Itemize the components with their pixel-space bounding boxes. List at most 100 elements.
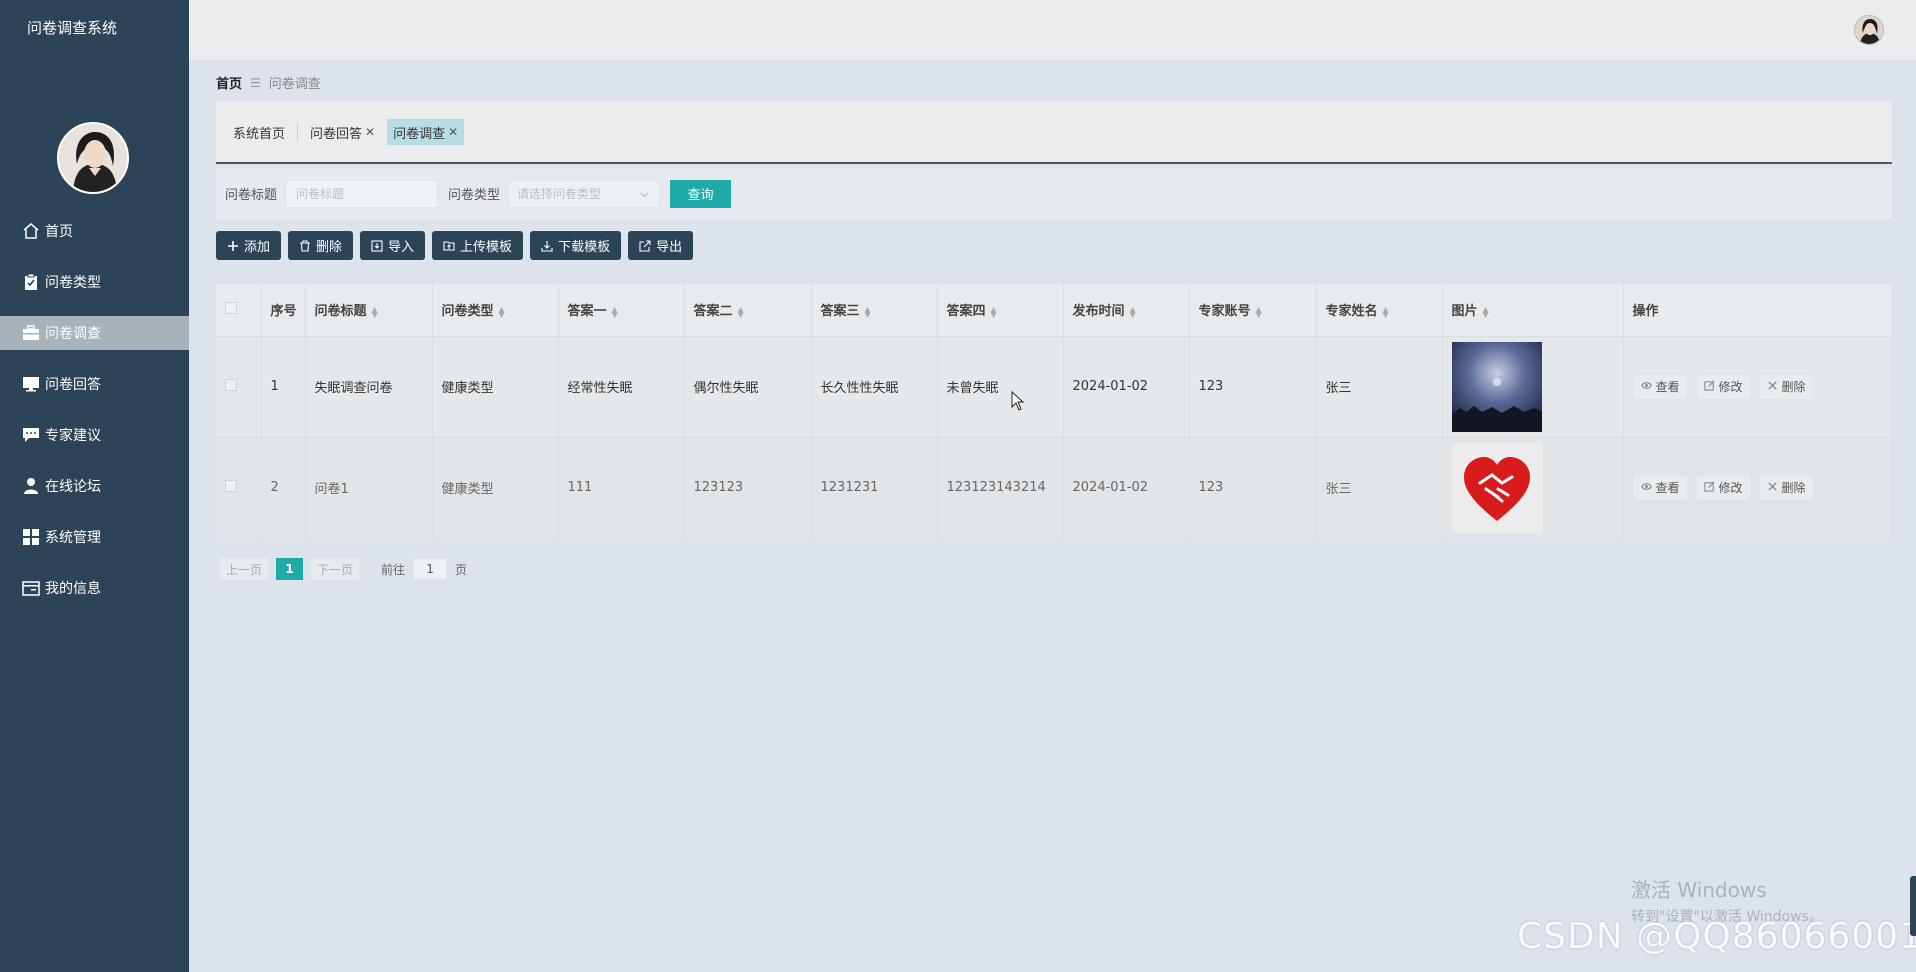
- row-delete-button[interactable]: 删除: [1758, 474, 1814, 502]
- title-filter-input[interactable]: 问卷标题: [285, 179, 439, 208]
- sort-icon[interactable]: ▲ ▼: [1383, 305, 1389, 318]
- view-button[interactable]: 查看: [1632, 474, 1688, 502]
- activation-title: 激活 Windows: [1631, 878, 1767, 902]
- sidebar-item-expert-advice[interactable]: 专家建议: [0, 418, 189, 452]
- close-icon: [1767, 380, 1778, 394]
- cell-name: 张三: [1316, 336, 1443, 437]
- trash-icon: [299, 239, 311, 252]
- sidebar-item-home[interactable]: 首页: [0, 214, 189, 248]
- sidebar-item-forum[interactable]: 在线论坛: [0, 469, 189, 503]
- type-filter-placeholder: 请选择问卷类型: [517, 187, 602, 201]
- column-header-sortable[interactable]: 专家姓名 ▲ ▼: [1316, 284, 1443, 336]
- column-header-sortable[interactable]: 专家账号 ▲ ▼: [1189, 284, 1317, 336]
- goto-label: 前往: [381, 562, 406, 577]
- edit-button[interactable]: 修改: [1695, 474, 1751, 502]
- sort-icon[interactable]: ▲ ▼: [1256, 305, 1262, 318]
- table-header-row: 序号 问卷标题 ▲ ▼ 问卷类型 ▲ ▼ 答案一 ▲ ▼ 答案二 ▲ ▼ 答案三 ▲ ▼ 答案四 ▲ ▼…: [216, 284, 1893, 336]
- column-header-sortable[interactable]: 答案一 ▲ ▼: [558, 284, 685, 336]
- cell-answer-2: 偶尔性失眠: [684, 336, 812, 437]
- column-header-sortable[interactable]: 问卷类型 ▲ ▼: [432, 284, 559, 336]
- delete-label: 删除: [1781, 380, 1806, 394]
- export-button[interactable]: 导出: [628, 231, 694, 260]
- briefcase-icon: [22, 324, 40, 342]
- import-button-label: 导入: [388, 240, 415, 255]
- cell-index: 1: [261, 336, 306, 437]
- upload-template-button[interactable]: 上传模板: [432, 231, 524, 260]
- column-header-sortable[interactable]: 答案四 ▲ ▼: [937, 284, 1064, 336]
- column-header-label: 问卷类型: [441, 304, 494, 320]
- monitor-icon: [22, 375, 40, 393]
- sort-icon[interactable]: ▲ ▼: [1130, 305, 1136, 318]
- cell-account: 123: [1189, 437, 1317, 538]
- night-sky-thumbnail[interactable]: [1451, 341, 1542, 432]
- type-filter-select[interactable]: 请选择问卷类型: [508, 179, 661, 208]
- sidebar-item-survey[interactable]: 问卷调查: [0, 316, 189, 350]
- sidebar-item-label: 我的信息: [45, 581, 101, 597]
- sort-icon[interactable]: ▲ ▼: [499, 305, 505, 318]
- query-button[interactable]: 查询: [670, 179, 732, 208]
- cell-answer-1: 111: [558, 437, 685, 538]
- view-label: 查看: [1655, 380, 1680, 394]
- column-header-label: 答案三: [820, 304, 860, 320]
- edit-label: 修改: [1718, 380, 1743, 394]
- prev-page-button[interactable]: 上一页: [220, 558, 269, 580]
- sidebar-item-survey-type[interactable]: 问卷类型: [0, 265, 189, 299]
- select-all-checkbox[interactable]: [225, 301, 237, 314]
- delete-button-label: 删除: [316, 240, 343, 255]
- sidebar-item-label: 问卷类型: [45, 275, 101, 291]
- sort-icon[interactable]: ▲ ▼: [372, 305, 378, 318]
- folder-upload-icon: [443, 240, 455, 252]
- column-header-sortable[interactable]: 答案三 ▲ ▼: [811, 284, 938, 336]
- cell-index: 2: [261, 437, 306, 538]
- column-header: 操作: [1623, 284, 1893, 336]
- cell-date: 2024-01-02: [1063, 437, 1190, 538]
- tab-system-home[interactable]: 系统首页: [227, 119, 291, 145]
- sort-icon[interactable]: ▲ ▼: [612, 305, 618, 318]
- column-header-sortable[interactable]: 图片 ▲ ▼: [1442, 284, 1624, 336]
- cell-image: [1442, 336, 1624, 437]
- eye-icon: [1640, 481, 1652, 495]
- data-table: 序号 问卷标题 ▲ ▼ 问卷类型 ▲ ▼ 答案一 ▲ ▼ 答案二 ▲ ▼ 答案三 ▲ ▼ 答案四 ▲ ▼…: [216, 284, 1893, 538]
- sidebar-item-my-info[interactable]: 我的信息: [0, 571, 189, 605]
- close-icon[interactable]: ✕: [448, 125, 458, 139]
- sort-icon[interactable]: ▲ ▼: [738, 305, 744, 318]
- cell-image: [1442, 437, 1624, 538]
- external-link-icon: [639, 239, 651, 252]
- sort-icon[interactable]: ▲ ▼: [865, 305, 871, 318]
- cell-account: 123: [1189, 336, 1317, 437]
- sidebar-item-survey-answer[interactable]: 问卷回答: [0, 367, 189, 401]
- close-icon[interactable]: ✕: [365, 125, 375, 139]
- next-page-button[interactable]: 下一页: [311, 558, 360, 580]
- heart-handshake-thumbnail[interactable]: [1451, 442, 1542, 533]
- breadcrumb-home[interactable]: 首页: [216, 73, 242, 92]
- edit-button[interactable]: 修改: [1695, 373, 1751, 400]
- column-header-sortable[interactable]: 答案二 ▲ ▼: [684, 284, 812, 336]
- column-header-sortable[interactable]: 发布时间 ▲ ▼: [1063, 284, 1190, 336]
- tab-survey[interactable]: 问卷调查 ✕: [387, 119, 465, 145]
- scroll-handle[interactable]: [1910, 876, 1916, 936]
- sort-icon[interactable]: ▲ ▼: [991, 305, 997, 318]
- row-checkbox[interactable]: [225, 479, 237, 492]
- goto-page-input[interactable]: 1: [413, 558, 448, 580]
- import-button[interactable]: 导入: [360, 231, 426, 260]
- search-bar: 问卷标题 问卷标题 问卷类型 请选择问卷类型 查询: [216, 168, 1892, 219]
- add-button[interactable]: 添加: [216, 231, 282, 260]
- close-icon: [1767, 481, 1778, 495]
- sidebar-item-label: 系统管理: [45, 530, 101, 546]
- row-checkbox[interactable]: [225, 378, 237, 391]
- delete-button[interactable]: 删除: [288, 231, 354, 260]
- user-avatar-small[interactable]: [1854, 15, 1884, 45]
- cell-answer-4: 未曾失眠: [937, 336, 1064, 437]
- sidebar-item-system[interactable]: 系统管理: [0, 520, 189, 554]
- view-button[interactable]: 查看: [1632, 373, 1688, 400]
- column-header-sortable[interactable]: 问卷标题 ▲ ▼: [305, 284, 433, 336]
- tab-survey-answer[interactable]: 问卷回答 ✕: [304, 119, 381, 145]
- row-delete-button[interactable]: 删除: [1758, 373, 1814, 400]
- add-button-label: 添加: [244, 240, 271, 255]
- view-label: 查看: [1655, 481, 1680, 496]
- sort-icon[interactable]: ▲ ▼: [1483, 305, 1489, 318]
- page-number-current[interactable]: 1: [276, 558, 304, 580]
- download-template-button[interactable]: 下载模板: [530, 231, 622, 260]
- tabs-bar: 系统首页 问卷回答 ✕ 问卷调查 ✕: [216, 102, 1892, 164]
- column-header-label: 答案二: [693, 304, 733, 320]
